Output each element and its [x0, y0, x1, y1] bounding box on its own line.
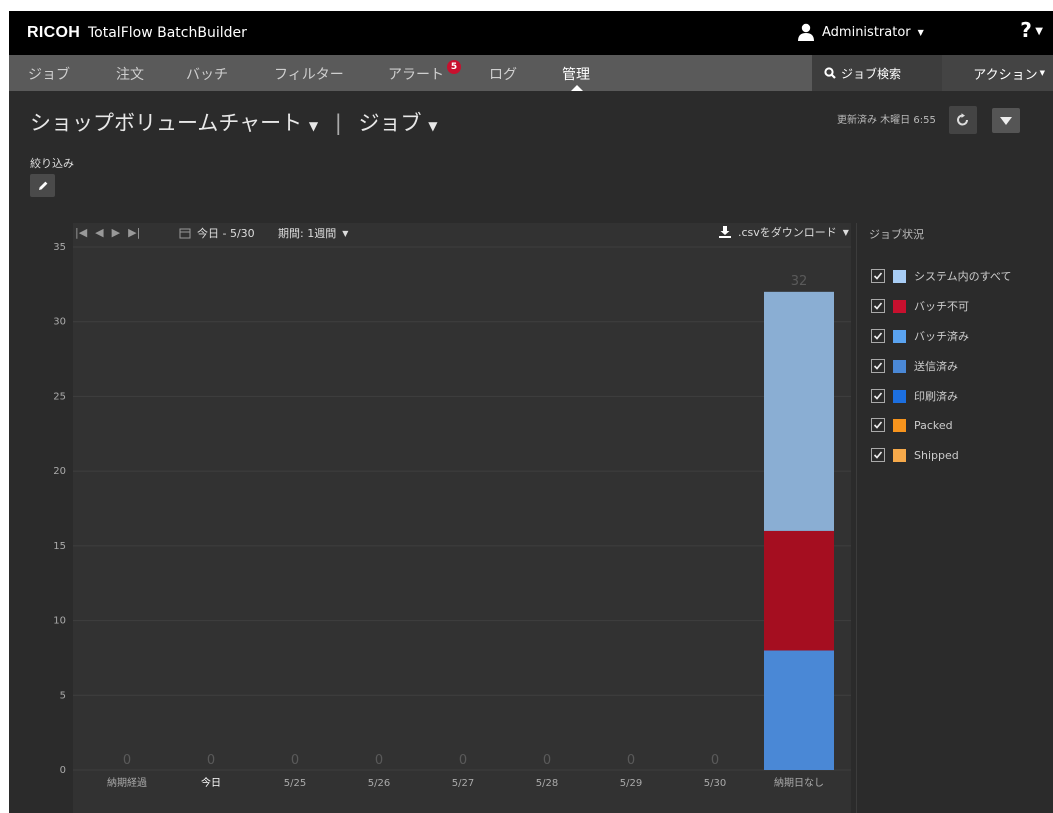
- legend-label: 送信済み: [914, 360, 958, 373]
- tab-admin[interactable]: 管理: [562, 64, 590, 84]
- date-range-picker[interactable]: 今日 - 5/30: [179, 225, 255, 241]
- pencil-icon: [38, 181, 47, 190]
- chevron-down-icon: ▼: [917, 27, 924, 37]
- actions-menu[interactable]: アクション ▼: [942, 55, 1053, 91]
- page-title: ショップボリュームチャート ▼ | ジョブ ▼: [30, 107, 437, 137]
- object-selector[interactable]: ジョブ ▼: [359, 111, 438, 135]
- y-tick-label: 5: [60, 690, 66, 701]
- chevron-down-icon: ▼: [1039, 69, 1045, 77]
- y-tick-label: 15: [53, 541, 66, 552]
- tab-log[interactable]: ログ: [489, 64, 517, 84]
- legend-item[interactable]: システム内のすべて: [871, 268, 1011, 284]
- filter-edit-button[interactable]: [30, 174, 55, 197]
- legend-swatch: [893, 448, 906, 462]
- chart-selector[interactable]: ショップボリュームチャート ▼: [30, 111, 318, 135]
- calendar-icon: [179, 228, 191, 239]
- legend-label: システム内のすべて: [914, 270, 1012, 283]
- filter-label: 絞り込み: [30, 157, 74, 170]
- legend-swatch: [893, 299, 906, 313]
- options-menu-button[interactable]: [992, 108, 1020, 133]
- legend-item[interactable]: 送信済み: [871, 358, 958, 374]
- title-separator: |: [334, 111, 342, 135]
- brand-logo: RICOH: [27, 24, 81, 41]
- legend-checkbox[interactable]: [871, 299, 885, 313]
- legend-checkbox[interactable]: [871, 418, 885, 432]
- legend-checkbox[interactable]: [871, 389, 885, 403]
- legend-label: バッチ不可: [914, 300, 969, 313]
- tab-alerts[interactable]: アラート: [388, 64, 444, 84]
- last-page-icon[interactable]: ▶|: [128, 226, 140, 239]
- y-tick-label: 35: [53, 242, 66, 253]
- y-tick-label: 0: [60, 765, 66, 776]
- legend-item[interactable]: Packed: [871, 418, 953, 432]
- chart-panel: [73, 223, 851, 813]
- user-name: Administrator: [822, 24, 911, 40]
- legend-checkbox[interactable]: [871, 359, 885, 373]
- product-name: TotalFlow BatchBuilder: [88, 25, 247, 41]
- last-updated: 更新済み 木曜日 6:55: [837, 115, 936, 126]
- legend-checkbox[interactable]: [871, 448, 885, 462]
- legend-checkbox[interactable]: [871, 269, 885, 283]
- legend-swatch: [893, 418, 906, 432]
- y-tick-label: 10: [53, 616, 66, 627]
- first-page-icon[interactable]: |◀: [75, 226, 87, 239]
- legend-title: ジョブ状況: [869, 228, 924, 241]
- y-tick-label: 25: [53, 391, 66, 402]
- actions-label: アクション: [973, 67, 1038, 83]
- refresh-icon: [957, 113, 968, 126]
- legend-item[interactable]: バッチ不可: [871, 298, 969, 314]
- chevron-down-icon: ▼: [342, 228, 349, 238]
- download-csv-button[interactable]: .csvをダウンロード ▼: [718, 224, 849, 240]
- download-label: .csvをダウンロード: [738, 226, 837, 239]
- prev-icon[interactable]: ◀: [95, 226, 103, 239]
- legend-item[interactable]: バッチ済み: [871, 328, 969, 344]
- legend-item[interactable]: 印刷済み: [871, 388, 958, 404]
- nav-bar: ジョブ 注文 バッチ フィルター アラート 5 ログ 管理 ジョブ検索 アクショ…: [9, 55, 1053, 91]
- period-selector[interactable]: 期間: 1週間 ▼: [278, 225, 348, 241]
- y-tick-label: 20: [53, 466, 66, 477]
- user-menu[interactable]: Administrator ▼: [797, 23, 924, 41]
- tab-orders[interactable]: 注文: [116, 64, 144, 84]
- tab-filters[interactable]: フィルター: [274, 64, 344, 84]
- job-search-label: ジョブ検索: [841, 66, 902, 81]
- legend-swatch: [893, 329, 906, 343]
- next-icon[interactable]: ▶: [112, 226, 120, 239]
- y-tick-label: 30: [53, 317, 66, 328]
- chevron-down-icon: ▼: [428, 119, 438, 133]
- legend-swatch: [893, 359, 906, 373]
- period-label: 期間: 1週間: [278, 227, 337, 240]
- legend-swatch: [893, 269, 906, 283]
- date-range-label: 今日 - 5/30: [197, 227, 255, 240]
- chevron-down-icon: ▼: [1031, 26, 1043, 37]
- chevron-down-icon: ▼: [308, 119, 319, 133]
- active-tab-indicator: [571, 85, 583, 91]
- chevron-down-icon: [1000, 116, 1012, 125]
- chart-legend: ジョブ状況 システム内のすべて バッチ不可バッチ済み送信済み印刷済み Packed S…: [856, 223, 1053, 813]
- legend-label: バッチ済み: [914, 330, 969, 343]
- alert-count-badge: 5: [447, 60, 461, 74]
- tab-jobs[interactable]: ジョブ: [28, 64, 70, 84]
- refresh-button[interactable]: [949, 106, 977, 134]
- help-button[interactable]: ? ▼: [1020, 18, 1043, 42]
- legend-label: Shipped: [914, 448, 959, 462]
- legend-item[interactable]: Shipped: [871, 448, 959, 462]
- job-search-button[interactable]: ジョブ検索: [812, 55, 942, 91]
- legend-label: 印刷済み: [914, 390, 958, 403]
- date-navigation: |◀ ◀ ▶ ▶|: [75, 226, 140, 239]
- legend-checkbox[interactable]: [871, 329, 885, 343]
- legend-label: Packed: [914, 418, 953, 432]
- search-icon: [824, 67, 836, 79]
- tab-batches[interactable]: バッチ: [186, 64, 228, 84]
- top-bar: RICOH TotalFlow BatchBuilder Administrat…: [9, 11, 1053, 55]
- legend-swatch: [893, 389, 906, 403]
- app-window: RICOH TotalFlow BatchBuilder Administrat…: [9, 11, 1053, 813]
- user-icon: [798, 23, 814, 41]
- download-icon: [719, 226, 731, 238]
- chevron-down-icon: ▼: [842, 227, 849, 237]
